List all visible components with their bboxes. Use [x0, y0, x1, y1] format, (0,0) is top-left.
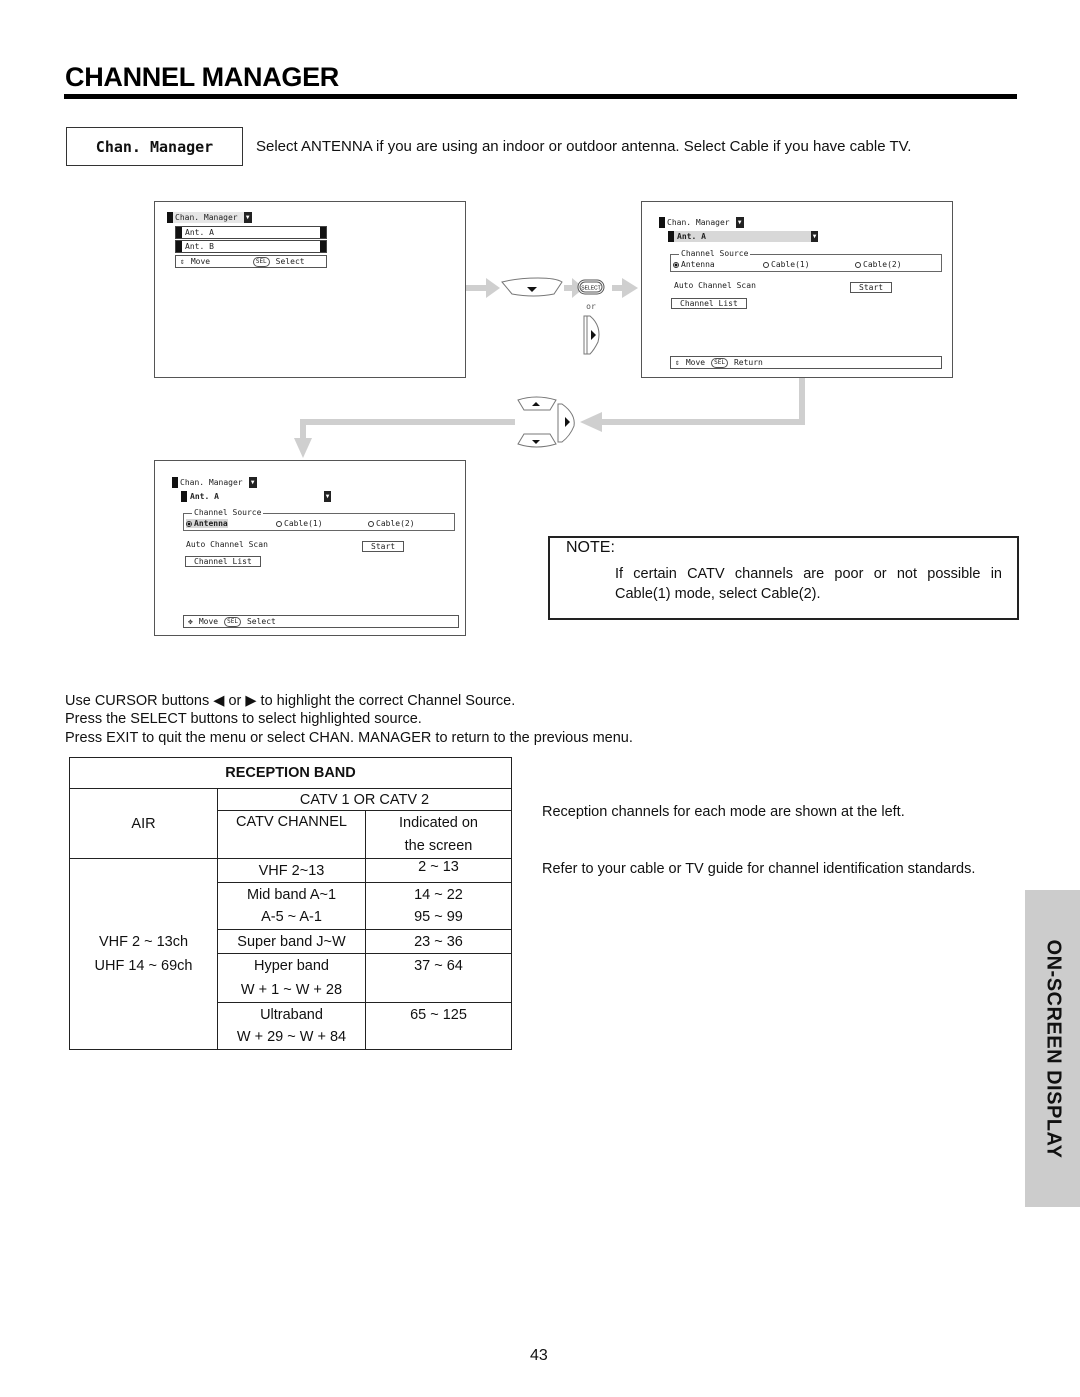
channel-source-group: Channel Source Antenna Cable(1) Cable(2)	[670, 249, 942, 272]
page-number: 43	[530, 1347, 548, 1364]
dropdown-arrow-icon: ▼	[248, 477, 257, 488]
channel-source-group: Channel Source Antenna Cable(1) Cable(2)	[183, 508, 455, 531]
osd-menu-title: Chan. Manager ▼	[659, 217, 744, 228]
table-title: RECEPTION BAND	[69, 757, 512, 789]
radio-unchecked-icon	[276, 520, 282, 527]
table-row-screen: 2 ~ 13	[365, 858, 512, 883]
table-row-band: Super band J~W	[217, 929, 366, 954]
osd-item-ant-b[interactable]: Ant. B	[175, 240, 327, 253]
or-label: or	[586, 302, 596, 311]
section-side-tab: ON-SCREEN DISPLAY	[1025, 890, 1080, 1207]
start-button[interactable]: Start	[850, 282, 893, 293]
return-line	[600, 419, 805, 425]
arrow-left-icon	[580, 412, 602, 432]
radio-unchecked-icon	[763, 261, 769, 268]
channel-list-button[interactable]: Channel List	[671, 298, 747, 309]
side-note: Reception channels for each mode are sho…	[542, 804, 905, 820]
osd-selected-ant[interactable]: Ant. A ▼	[181, 491, 331, 502]
osd-selected-ant[interactable]: Ant. A ▼	[668, 231, 818, 242]
osd-hint-bar: ✥ Move SEL Select	[183, 615, 459, 628]
flow-arrows-middle	[294, 378, 805, 458]
radio-cable-2[interactable]: Cable(2)	[855, 260, 902, 269]
catv-channel-header: CATV CHANNEL	[217, 810, 366, 859]
note-title: NOTE:	[566, 539, 615, 556]
dropdown-arrow-icon: ▼	[324, 491, 331, 502]
table-row-screen: 14 ~ 22 95 ~ 99	[365, 882, 512, 930]
start-button[interactable]: Start	[362, 541, 405, 552]
right-button-icon	[583, 315, 600, 355]
down-button-icon	[517, 433, 557, 448]
radio-cable-1[interactable]: Cable(1)	[276, 519, 368, 528]
auto-scan-label: Auto Channel Scan	[186, 540, 268, 549]
table-row-band: Ultraband W + 29 ~ W + 84	[217, 1002, 366, 1050]
dropdown-arrow-icon: ▼	[811, 231, 818, 242]
indicated-header: Indicated on	[365, 810, 512, 835]
radio-checked-icon	[186, 520, 192, 527]
chan-manager-label-box: Chan. Manager	[66, 127, 243, 166]
table-row-screen: 65 ~ 125	[365, 1002, 512, 1050]
right-button-icon	[557, 403, 575, 443]
instruction-line: Press EXIT to quit the menu or select CH…	[65, 730, 633, 746]
chan-manager-label: Chan. Manager	[95, 137, 214, 156]
side-note: Refer to your cable or TV guide for chan…	[542, 861, 976, 877]
osd-hint-bar: ⇕ Move SEL Return	[670, 356, 942, 369]
dropdown-arrow-icon: ▼	[243, 212, 252, 223]
osd-hint-bar: ⇕ Move SEL Select	[175, 255, 327, 268]
intro-text: Select ANTENNA if you are using an indoo…	[256, 138, 912, 155]
down-button-icon	[501, 277, 563, 297]
instruction-line: Use CURSOR buttons ◀ or ▶ to highlight t…	[65, 693, 516, 709]
radio-antenna[interactable]: Antenna	[186, 519, 276, 528]
table-row-screen: 23 ~ 36	[365, 929, 512, 954]
air-header: AIR	[69, 788, 218, 859]
radio-antenna[interactable]: Antenna	[673, 260, 763, 269]
side-tab-label: ON-SCREEN DISPLAY	[1042, 939, 1064, 1158]
catv-header: CATV 1 OR CATV 2	[217, 788, 512, 811]
select-button-icon: SELECT	[577, 279, 605, 295]
air-values: VHF 2 ~ 13ch UHF 14 ~ 69ch	[69, 858, 218, 1050]
indicated-header: the screen	[365, 834, 512, 859]
up-button-icon	[517, 396, 557, 411]
arrow-right-icon	[612, 278, 638, 298]
table-row-band: Mid band A~1 A-5 ~ A-1	[217, 882, 366, 930]
radio-unchecked-icon	[855, 261, 861, 268]
instruction-line: Press the SELECT buttons to select highl…	[65, 711, 422, 727]
radio-unchecked-icon	[368, 520, 374, 527]
radio-checked-icon	[673, 261, 679, 268]
radio-cable-2[interactable]: Cable(2)	[368, 519, 415, 528]
svg-text:SELECT: SELECT	[581, 286, 600, 292]
table-row-band: Hyper band W + 1 ~ W + 28	[217, 953, 366, 1003]
four-way-arrow-icon: ✥	[188, 617, 193, 626]
osd-screen-1: Chan. Manager ▼ Ant. A Ant. B ⇕ Move SEL …	[154, 201, 466, 378]
sel-key-icon: SEL	[224, 616, 241, 627]
channel-list-button[interactable]: Channel List	[185, 556, 261, 567]
table-row-band: VHF 2~13	[217, 858, 366, 883]
osd-menu-title: Chan. Manager ▼	[172, 477, 257, 488]
arrow-right-icon	[466, 278, 500, 298]
table-row-screen: 37 ~ 64	[365, 953, 512, 1003]
note-text: If certain CATV channels are poor or not…	[615, 566, 1002, 602]
radio-cable-1[interactable]: Cable(1)	[763, 260, 855, 269]
osd-screen-3: Chan. Manager ▼ Ant. A ▼ Channel Source An…	[154, 460, 466, 636]
flow-arrows-top: SELECT or	[466, 277, 638, 355]
up-down-arrow-icon: ⇕	[180, 257, 185, 266]
dropdown-arrow-icon: ▼	[735, 217, 744, 228]
arrow-down-icon	[294, 438, 312, 458]
osd-menu-title: Chan. Manager ▼	[167, 212, 252, 223]
sel-key-icon: SEL	[252, 256, 270, 267]
title-rule	[64, 94, 1017, 99]
up-down-arrow-icon: ⇕	[675, 358, 680, 367]
reception-band-table: RECEPTION BAND AIR CATV 1 OR CATV 2 CATV…	[69, 757, 512, 1050]
osd-screen-2: Chan. Manager ▼ Ant. A ▼ Channel Source An…	[641, 201, 953, 378]
sel-key-icon: SEL	[711, 357, 728, 368]
page-title: CHANNEL MANAGER	[65, 62, 340, 92]
auto-scan-label: Auto Channel Scan	[674, 281, 756, 290]
osd-item-ant-a[interactable]: Ant. A	[175, 226, 327, 239]
